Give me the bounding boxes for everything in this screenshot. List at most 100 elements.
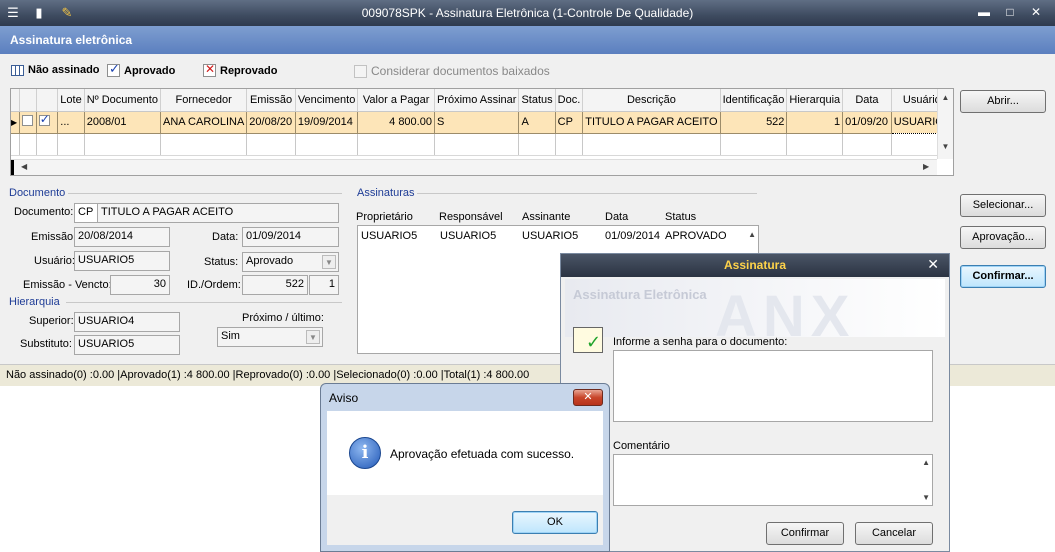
cell-doc: CP	[555, 111, 584, 134]
usuario-label: Usuário:	[34, 255, 75, 267]
filter-reprovado[interactable]: ✕ Reprovado	[203, 62, 277, 77]
usuario-field: USUARIO5	[74, 251, 170, 271]
scroll-up-icon[interactable]: ▲	[938, 93, 953, 102]
senha-label: Informe a senha para o documento:	[613, 336, 788, 348]
col-fornecedor[interactable]: Fornecedor	[160, 89, 248, 112]
hierarquia-section-title: Hierarquia	[9, 296, 60, 308]
cell-descricao: TITULO A PAGAR ACEITO	[582, 111, 721, 134]
banner: Assinatura Eletrônica ANX	[565, 279, 945, 337]
data-label: Data:	[212, 231, 239, 243]
cell-documento: 2008/01	[84, 111, 161, 134]
col-assinante: Assinante	[522, 211, 571, 223]
col-emissao[interactable]: Emissão	[246, 89, 296, 112]
superior-field: USUARIO4	[74, 312, 180, 332]
id-field: 522	[242, 275, 308, 295]
filter-aprovado[interactable]: ✓ Aprovado	[107, 61, 175, 77]
selecionar-button[interactable]: Selecionar...	[960, 194, 1046, 217]
cell-lote: ...	[57, 111, 85, 134]
col-identificacao[interactable]: Identificação	[720, 89, 788, 112]
grid-header-row: Lote Nº Documento Fornecedor Emissão Ven…	[11, 89, 954, 112]
cell-valor: 4 800.00	[357, 111, 435, 134]
confirmar-dialog-button[interactable]: Confirmar	[766, 522, 844, 545]
signature-icon: ✓	[573, 327, 603, 353]
table-row[interactable]: ▶ ✓ ... 2008/01 ANA CAROLINA 20/08/20 19…	[11, 110, 954, 134]
cancelar-dialog-button[interactable]: Cancelar	[855, 522, 933, 545]
cell-proximo: S	[434, 111, 520, 134]
grid-vertical-scrollbar[interactable]: ▲ ▼	[937, 89, 953, 159]
scroll-down-icon[interactable]: ▼	[922, 493, 930, 502]
aviso-message: Aprovação efetuada com sucesso.	[390, 447, 575, 461]
filter-nao-assinado[interactable]: Não assinado	[11, 64, 100, 76]
senha-input[interactable]	[613, 350, 933, 422]
comentario-input[interactable]: ▲ ▼	[613, 454, 933, 506]
status-select[interactable]: Aprovado ▼	[242, 252, 339, 272]
col-data: Data	[605, 211, 629, 223]
assinatura-dialog: Assinatura ✕ Assinatura Eletrônica ANX ✓…	[560, 253, 950, 552]
status-label: Status:	[204, 256, 239, 268]
panel-header: Assinatura eletrônica	[0, 26, 1055, 54]
banner-logo: ANX	[715, 284, 856, 337]
col-doc[interactable]: Doc.	[555, 89, 584, 112]
scroll-up-icon[interactable]: ▲	[922, 458, 930, 467]
ok-button[interactable]: OK	[512, 511, 598, 534]
col-descricao[interactable]: Descrição	[582, 89, 721, 112]
aviso-dialog-title: Aviso	[329, 391, 359, 405]
documento-label: Documento:	[14, 206, 74, 218]
chevron-down-icon[interactable]: ▼	[306, 330, 320, 344]
emissao-label: Emissão:	[31, 231, 77, 243]
close-icon[interactable]: ✕	[927, 256, 939, 273]
checkmark-icon: ✓	[107, 61, 120, 77]
cell-hierarquia: 1	[786, 111, 844, 134]
col-proximo[interactable]: Próximo Assinar	[434, 89, 520, 112]
assinaturas-section-title: Assinaturas	[357, 187, 415, 199]
close-icon[interactable]: ✕	[1026, 4, 1046, 20]
minimize-icon[interactable]: ▬	[974, 4, 994, 20]
row-checkbox[interactable]	[19, 111, 37, 134]
scroll-left-icon[interactable]: ◀	[21, 162, 27, 171]
cell-status: A	[518, 111, 556, 134]
scroll-up-icon[interactable]: ▲	[748, 230, 756, 239]
col-responsavel: Responsável	[439, 211, 503, 223]
chevron-down-icon[interactable]: ▼	[322, 255, 336, 269]
confirmar-main-button[interactable]: Confirmar...	[960, 265, 1046, 288]
scroll-down-icon[interactable]: ▼	[938, 142, 953, 151]
proximo-label: Próximo / último:	[242, 312, 324, 324]
assinatura-dialog-title: Assinatura	[561, 254, 949, 277]
sig-data: 01/09/2014	[605, 230, 661, 242]
maximize-icon[interactable]: □	[1000, 4, 1020, 20]
row-indicator-icon: ▶	[11, 111, 21, 134]
col-valor[interactable]: Valor a Pagar	[357, 89, 435, 112]
row-approved-checkbox[interactable]: ✓	[36, 111, 59, 134]
col-hierarquia[interactable]: Hierarquia	[786, 89, 844, 112]
emissao-vencto-label: Emissão - Vencto:	[23, 279, 112, 291]
substituto-field: USUARIO5	[74, 335, 180, 355]
emissao-field: 20/08/2014	[74, 227, 170, 247]
aprovacao-button[interactable]: Aprovação...	[960, 226, 1046, 249]
info-icon: i	[349, 437, 381, 469]
data-field: 01/09/2014	[242, 227, 339, 247]
col-vencimento[interactable]: Vencimento	[295, 89, 359, 112]
grid-horizontal-scrollbar[interactable]: ◀ ▶	[11, 159, 937, 175]
col-status[interactable]: Status	[518, 89, 556, 112]
x-mark-icon: ✕	[203, 62, 216, 77]
window-title-bar: ☰ ▮ ✎ 009078SPK - Assinatura Eletrônica …	[0, 0, 1055, 26]
aviso-dialog: Aviso ✕ i Aprovação efetuada com sucesso…	[320, 383, 610, 552]
doc-type-field[interactable]: CP	[74, 203, 98, 223]
abrir-button[interactable]: Abrir...	[960, 90, 1046, 113]
cell-vencimento: 19/09/2014	[295, 111, 359, 134]
calendar-icon	[11, 64, 24, 76]
emissao-vencto-field: 30	[110, 275, 170, 295]
cell-emissao: 20/08/20	[246, 111, 296, 134]
sig-assinante: USUARIO5	[522, 230, 579, 242]
sig-status: APROVADO	[665, 230, 727, 242]
col-status: Status	[665, 211, 697, 223]
considerar-baixados-checkbox[interactable]: Considerar documentos baixados	[354, 64, 550, 78]
col-data[interactable]: Data	[842, 89, 892, 112]
scroll-right-icon[interactable]: ▶	[923, 162, 929, 171]
close-icon[interactable]: ✕	[573, 389, 603, 406]
col-lote[interactable]: Lote	[57, 89, 85, 112]
col-documento[interactable]: Nº Documento	[84, 89, 161, 112]
cell-data: 01/09/20	[842, 111, 892, 134]
documents-grid[interactable]: Lote Nº Documento Fornecedor Emissão Ven…	[10, 88, 954, 176]
proximo-select[interactable]: Sim ▼	[217, 327, 323, 347]
